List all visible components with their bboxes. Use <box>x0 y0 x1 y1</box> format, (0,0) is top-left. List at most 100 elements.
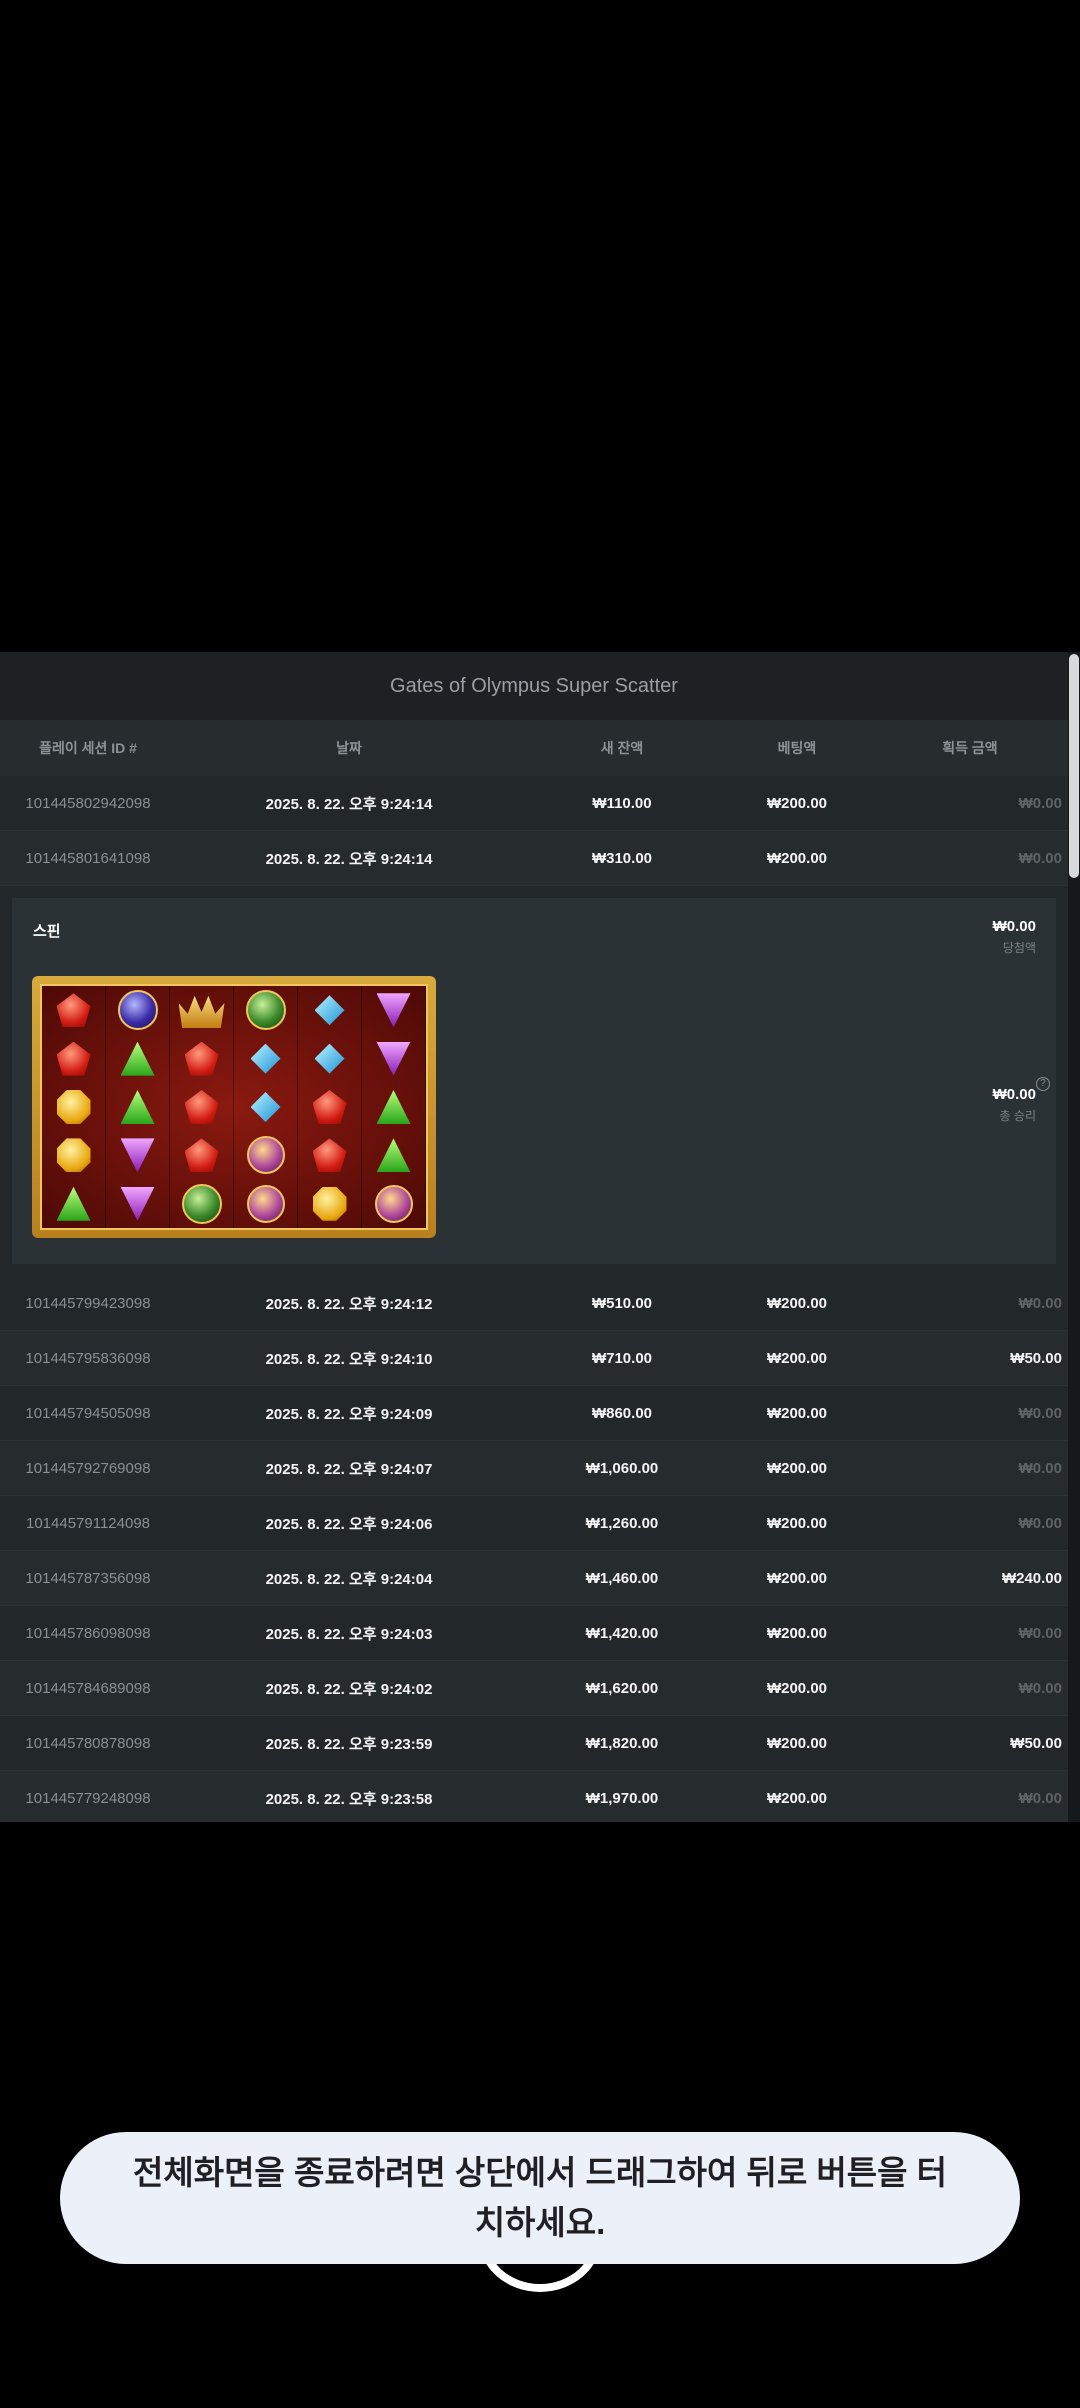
table-row[interactable]: 101445792769098 2025. 8. 22. 오후 9:24:07 ₩1… <box>0 1441 1068 1496</box>
row-date: 2025. 8. 22. 오후 9:24:03 <box>265 1625 433 1643</box>
chalice-gem-icon <box>246 1136 285 1175</box>
scroll-thumb[interactable] <box>1069 654 1079 878</box>
row-session-id: 101445794505098 <box>25 1404 151 1422</box>
ring-gem-icon <box>181 1183 222 1224</box>
table-body-bottom: 101445799423098 2025. 8. 22. 오후 9:24:12 ₩5… <box>0 1276 1068 1822</box>
reel-cell <box>170 1034 234 1083</box>
crown-gem-icon <box>178 995 225 1029</box>
row-date: 2025. 8. 22. 오후 9:24:09 <box>265 1405 433 1423</box>
scrollbar[interactable] <box>1068 652 1080 1822</box>
row-balance: ₩1,420.00 <box>585 1624 659 1642</box>
hourglass-gem-icon <box>117 990 158 1031</box>
purple-gem-icon <box>120 1186 155 1221</box>
reel-cell <box>298 986 362 1035</box>
row-balance: ₩860.00 <box>591 1404 653 1422</box>
spin-detail: 스핀 ₩0.00 당첨액 ₩0.00 총 승리 ? <box>12 898 1056 1264</box>
row-session-id: 101445784689098 <box>25 1679 151 1697</box>
table-row[interactable]: 101445780878098 2025. 8. 22. 오후 9:23:59 ₩1… <box>0 1716 1068 1771</box>
fullscreen-exit-toast: 전체화면을 종료하려면 상단에서 드래그하여 뒤로 버튼을 터치하세요. <box>60 2132 1020 2264</box>
total-win-label: 총 승리 <box>999 1109 1036 1123</box>
reel-cell <box>170 1179 234 1228</box>
reel-cell <box>106 1082 170 1132</box>
reel-grid <box>40 984 428 1230</box>
blue-gem-icon <box>250 1043 281 1074</box>
reel-cell <box>42 1034 106 1083</box>
reel-cell <box>362 1179 426 1228</box>
row-date: 2025. 8. 22. 오후 9:24:10 <box>265 1350 433 1368</box>
table-body-top: 101445802942098 2025. 8. 22. 오후 9:24:14 ₩1… <box>0 776 1068 886</box>
row-date: 2025. 8. 22. 오후 9:24:14 <box>265 795 433 813</box>
header-balance: 새 잔액 <box>600 740 644 756</box>
row-session-id: 101445795836098 <box>25 1349 151 1367</box>
row-balance: ₩710.00 <box>591 1349 653 1367</box>
row-win: ₩0.00 <box>1018 1514 1062 1532</box>
table-row[interactable]: 101445786098098 2025. 8. 22. 오후 9:24:03 ₩1… <box>0 1606 1068 1661</box>
table-row[interactable]: 101445802942098 2025. 8. 22. 오후 9:24:14 ₩1… <box>0 776 1068 831</box>
table-row[interactable]: 101445795836098 2025. 8. 22. 오후 9:24:10 ₩7… <box>0 1331 1068 1386</box>
row-win: ₩0.00 <box>1018 1789 1062 1807</box>
reel-cell <box>362 1034 426 1083</box>
green-gem-icon <box>56 1186 91 1221</box>
row-win: ₩0.00 <box>1018 849 1062 867</box>
reel-cell <box>298 1179 362 1228</box>
red-gem-icon <box>312 1138 347 1173</box>
row-balance: ₩310.00 <box>591 849 653 867</box>
header-win: 획득 금액 <box>942 740 998 756</box>
table-row[interactable]: 101445787356098 2025. 8. 22. 오후 9:24:04 ₩1… <box>0 1551 1068 1606</box>
row-balance: ₩1,970.00 <box>585 1789 659 1807</box>
reel-cell <box>234 986 298 1035</box>
row-bet: ₩200.00 <box>766 1624 828 1642</box>
row-bet: ₩200.00 <box>766 1789 828 1807</box>
blue-gem-icon <box>250 1091 281 1122</box>
row-date: 2025. 8. 22. 오후 9:23:58 <box>265 1790 433 1808</box>
reel-cell <box>298 1131 362 1180</box>
row-date: 2025. 8. 22. 오후 9:24:12 <box>265 1295 433 1313</box>
reel-cell <box>42 986 106 1035</box>
reel-cell <box>42 1179 106 1228</box>
purple-gem-icon <box>376 1041 411 1076</box>
reel-cell <box>298 1082 362 1132</box>
table-row[interactable]: 101445784689098 2025. 8. 22. 오후 9:24:02 ₩1… <box>0 1661 1068 1716</box>
reel-cell <box>42 1131 106 1180</box>
table-row[interactable]: 101445799423098 2025. 8. 22. 오후 9:24:12 ₩5… <box>0 1276 1068 1331</box>
row-session-id: 101445792769098 <box>25 1459 151 1477</box>
row-win: ₩0.00 <box>1018 1404 1062 1422</box>
row-date: 2025. 8. 22. 오후 9:24:14 <box>265 850 433 868</box>
row-session-id: 101445786098098 <box>25 1624 151 1642</box>
row-balance: ₩510.00 <box>591 1294 653 1312</box>
red-gem-icon <box>56 1041 91 1076</box>
row-bet: ₩200.00 <box>766 1349 828 1367</box>
purple-gem-icon <box>120 1138 155 1173</box>
row-session-id: 101445779248098 <box>25 1789 151 1807</box>
table-row[interactable]: 101445791124098 2025. 8. 22. 오후 9:24:06 ₩1… <box>0 1496 1068 1551</box>
yellow-gem-icon <box>56 1089 91 1124</box>
chalice-gem-icon <box>374 1184 413 1223</box>
chalice-gem-icon <box>246 1184 285 1223</box>
row-balance: ₩110.00 <box>592 794 652 812</box>
reel-cell <box>106 1131 170 1180</box>
purple-gem-icon <box>376 993 411 1028</box>
row-session-id: 101445802942098 <box>25 794 151 812</box>
row-bet: ₩200.00 <box>766 1569 828 1587</box>
table-row[interactable]: 101445794505098 2025. 8. 22. 오후 9:24:09 ₩8… <box>0 1386 1068 1441</box>
table-row[interactable]: 101445779248098 2025. 8. 22. 오후 9:23:58 ₩1… <box>0 1771 1068 1822</box>
row-bet: ₩200.00 <box>766 1514 828 1532</box>
reel-cell <box>362 1131 426 1180</box>
row-bet: ₩200.00 <box>766 794 828 812</box>
table-row[interactable]: 101445801641098 2025. 8. 22. 오후 9:24:14 ₩3… <box>0 831 1068 886</box>
row-session-id: 101445801641098 <box>25 849 151 867</box>
help-icon[interactable]: ? <box>1036 1077 1050 1091</box>
row-bet: ₩200.00 <box>766 1734 828 1752</box>
green-gem-icon <box>376 1138 411 1173</box>
win-amount-block: ₩0.00 당첨액 <box>993 918 1036 956</box>
row-bet: ₩200.00 <box>766 849 828 867</box>
row-bet: ₩200.00 <box>766 1404 828 1422</box>
ring-gem-icon <box>245 990 286 1031</box>
reel-cell <box>362 1082 426 1132</box>
header-bet: 베팅액 <box>777 740 817 756</box>
red-gem-icon <box>184 1138 219 1173</box>
row-date: 2025. 8. 22. 오후 9:24:06 <box>265 1515 433 1533</box>
row-session-id: 101445780878098 <box>25 1734 151 1752</box>
blue-gem-icon <box>314 995 345 1026</box>
reel-cell <box>362 986 426 1035</box>
